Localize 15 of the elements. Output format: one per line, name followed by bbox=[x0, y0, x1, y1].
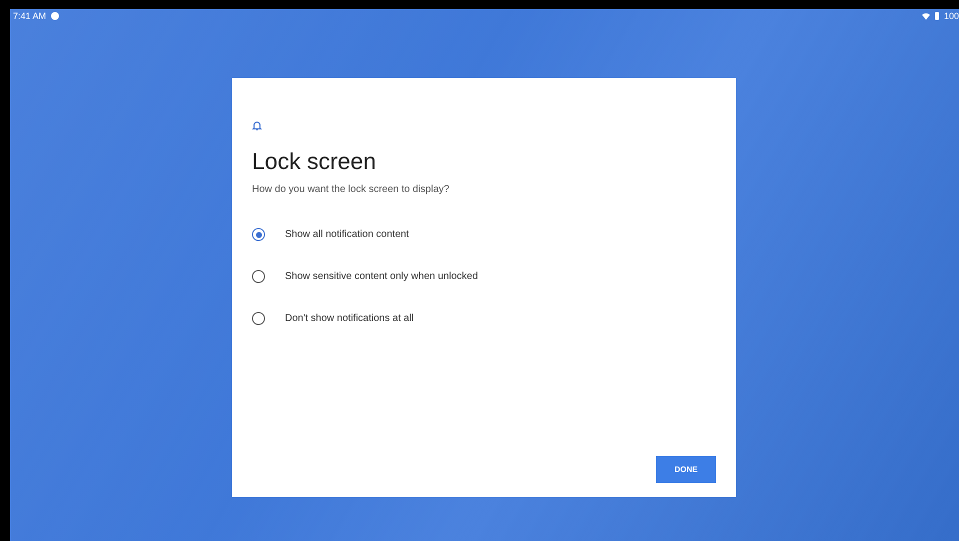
dialog-subtitle: How do you want the lock screen to display? bbox=[252, 184, 450, 195]
circle-icon bbox=[51, 12, 60, 20]
clock-time: 7:41 AM bbox=[13, 11, 46, 21]
radio-button[interactable] bbox=[252, 228, 265, 241]
option-label[interactable]: Don't show notifications at all bbox=[285, 313, 414, 324]
battery-percent: 100 bbox=[944, 11, 959, 21]
done-button[interactable]: DONE bbox=[656, 456, 716, 483]
bell-icon bbox=[252, 120, 262, 131]
wifi-icon bbox=[922, 12, 930, 20]
option-label[interactable]: Show sensitive content only when unlocked bbox=[285, 271, 478, 282]
radio-button[interactable] bbox=[252, 312, 265, 325]
battery-icon bbox=[934, 12, 939, 20]
dialog-title: Lock screen bbox=[252, 148, 378, 175]
radio-button[interactable] bbox=[252, 270, 265, 283]
option-label[interactable]: Show all notification content bbox=[285, 229, 409, 240]
